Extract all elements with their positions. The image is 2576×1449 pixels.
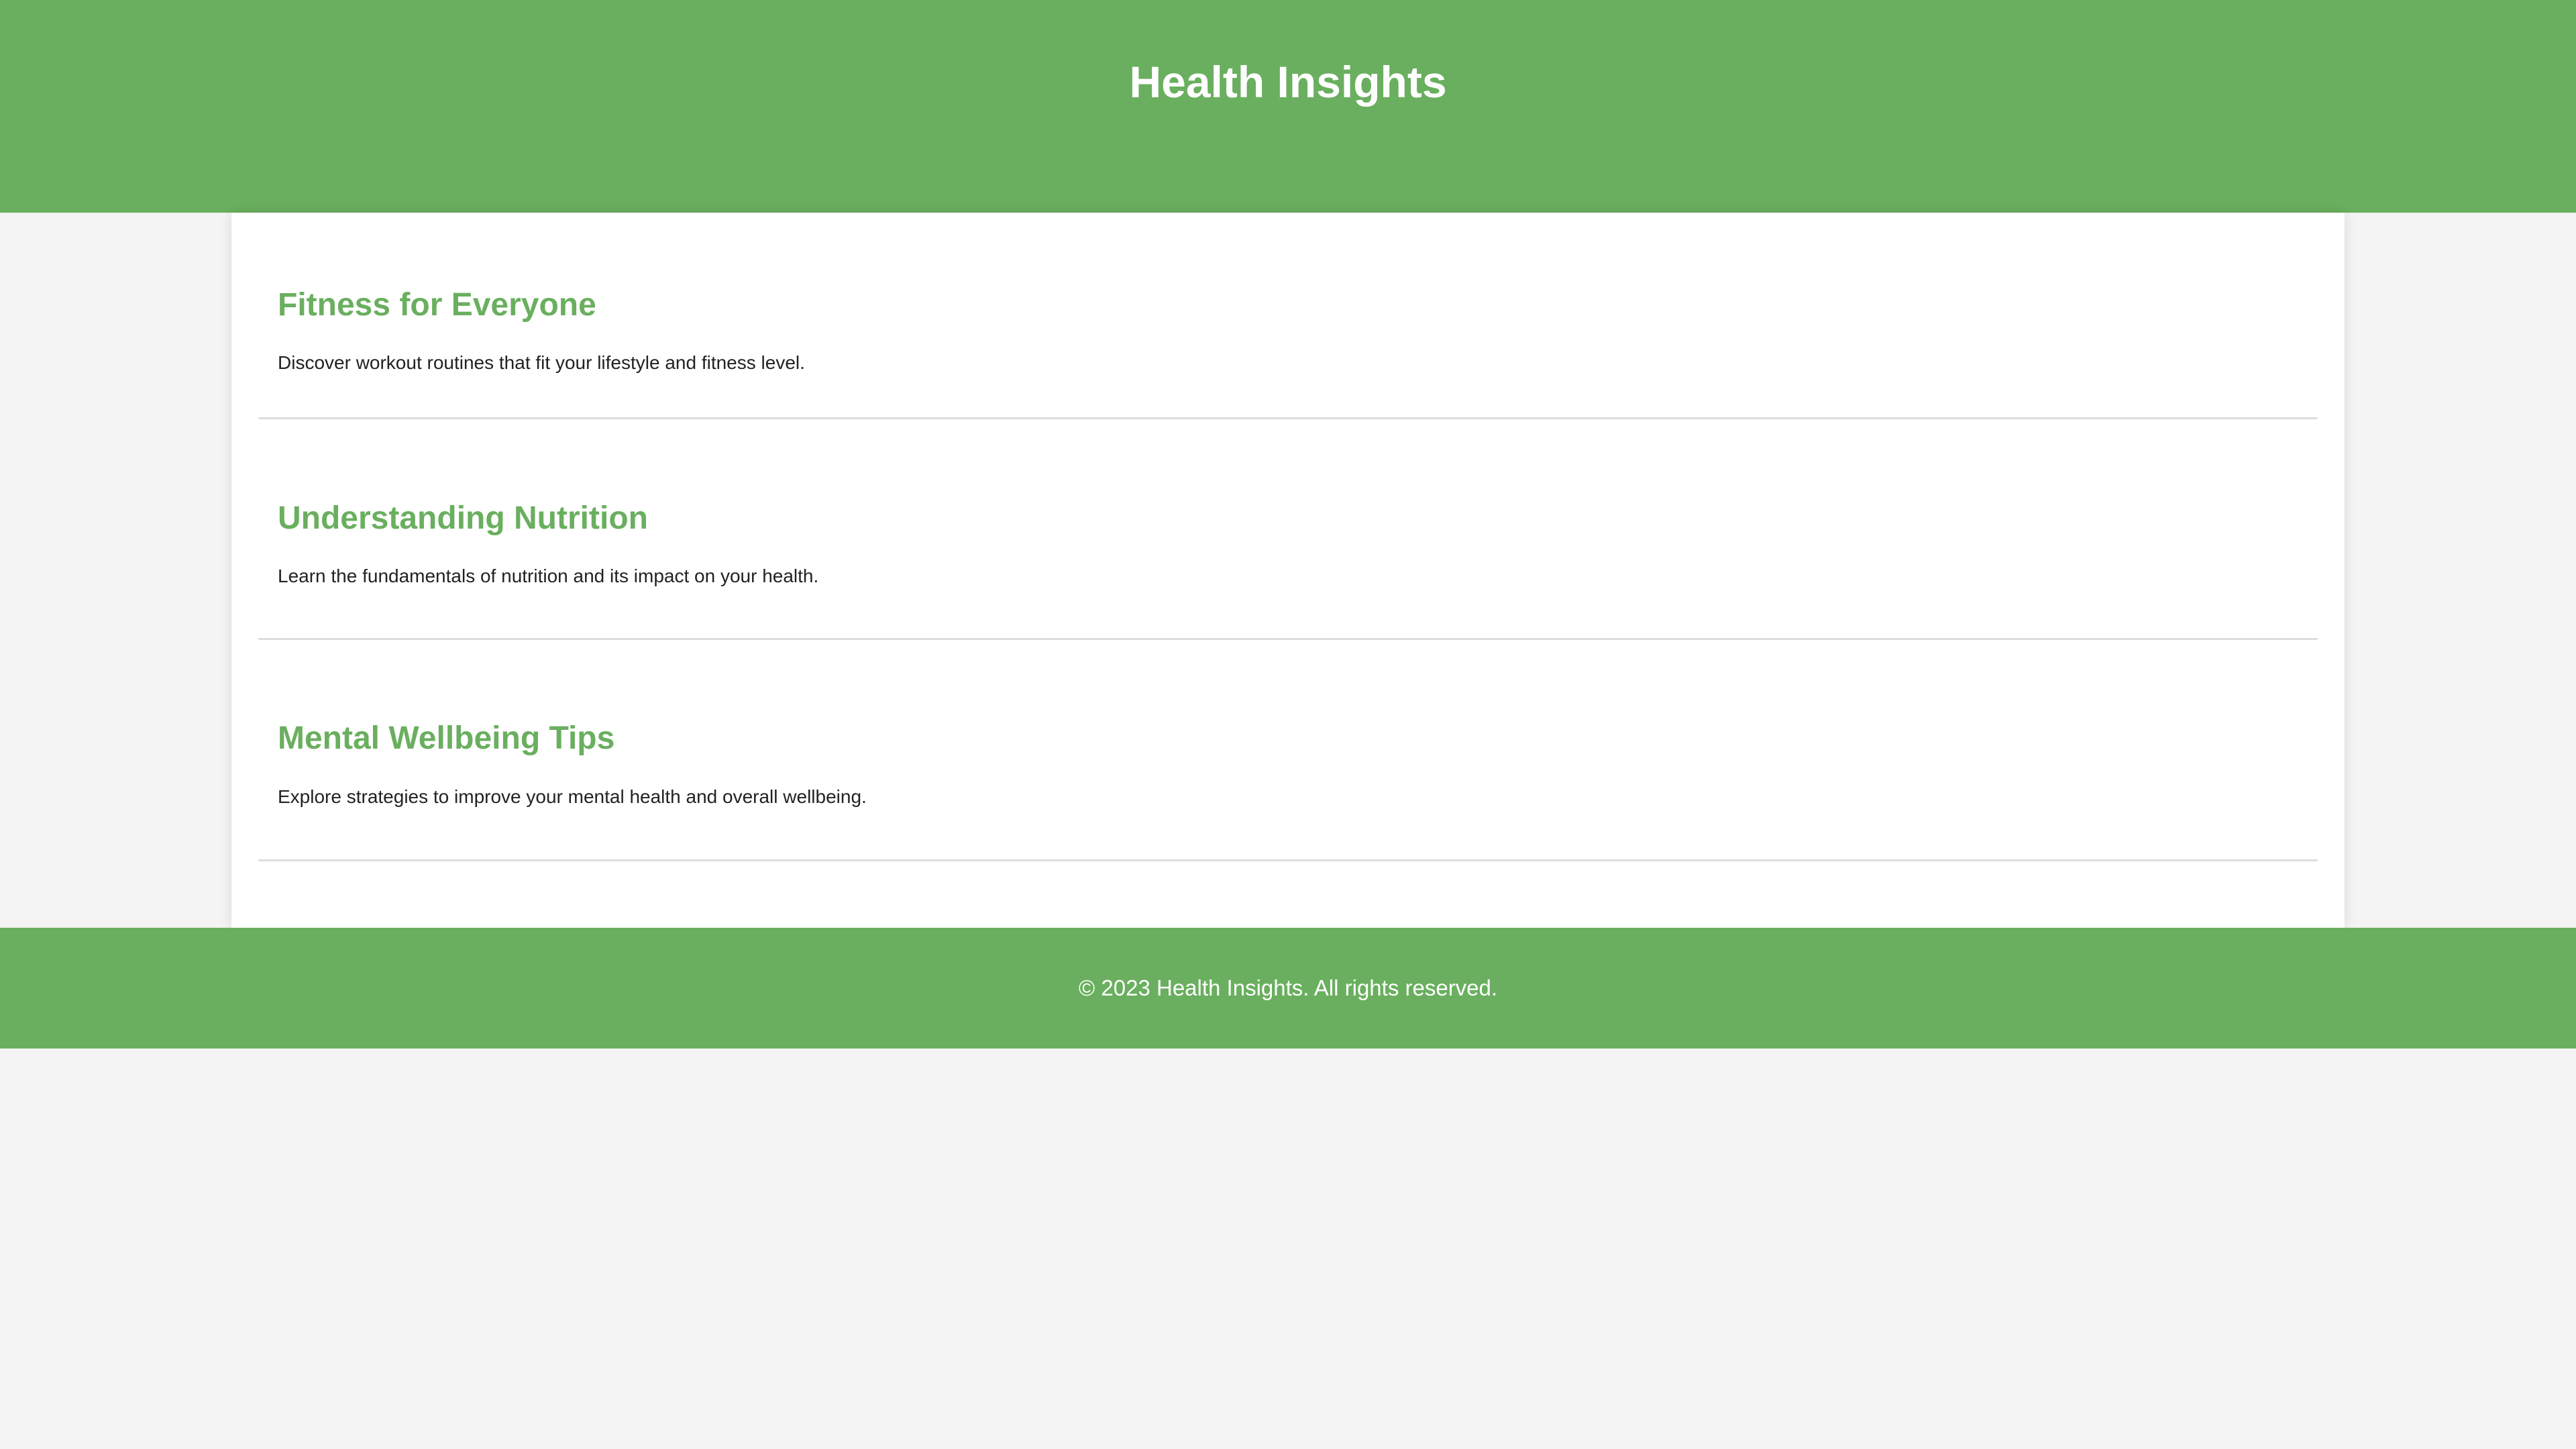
site-title: Health Insights xyxy=(1129,57,1447,107)
article-title[interactable]: Mental Wellbeing Tips xyxy=(278,718,614,759)
site-footer: © 2023 Health Insights. All rights reser… xyxy=(0,928,2576,1049)
copyright-text: © 2023 Health Insights. All rights reser… xyxy=(1078,975,1498,1000)
article-title[interactable]: Understanding Nutrition xyxy=(278,498,648,539)
main-content: Fitness for Everyone Discover workout ro… xyxy=(231,213,2345,928)
article-fitness: Fitness for Everyone Discover workout ro… xyxy=(258,213,2318,419)
site-header: Health Insights xyxy=(0,0,2576,213)
article-description: Learn the fundamentals of nutrition and … xyxy=(278,566,819,586)
article-description: Explore strategies to improve your menta… xyxy=(278,786,867,807)
article-description: Discover workout routines that fit your … xyxy=(278,352,805,373)
article-nutrition: Understanding Nutrition Learn the fundam… xyxy=(258,419,2318,640)
article-mental-wellbeing: Mental Wellbeing Tips Explore strategies… xyxy=(258,640,2318,861)
article-title[interactable]: Fitness for Everyone xyxy=(278,285,596,325)
